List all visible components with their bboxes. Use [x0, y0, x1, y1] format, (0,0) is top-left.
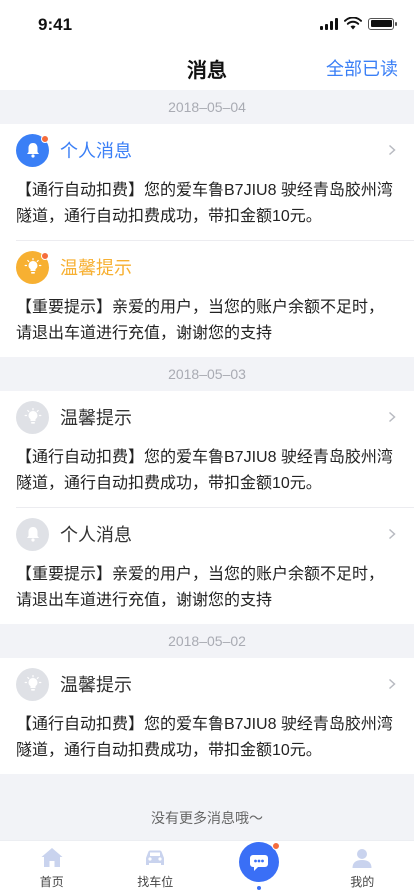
date-separator: 2018–05–04 [0, 90, 414, 124]
car-icon [146, 850, 165, 865]
battery-icon [368, 17, 397, 30]
message-icon [238, 842, 280, 882]
wifi-icon [344, 17, 362, 30]
unread-dot [41, 251, 49, 260]
message-item[interactable]: 温馨提示 【重要提示】亲爱的用户，当您的账户余额不足时，请退出车道进行充值，谢谢… [0, 241, 414, 357]
user-icon [352, 849, 372, 868]
message-body: 【通行自动扣费】您的爱车鲁B7JIU8 驶经青岛胶州湾隧道，通行自动扣费成功，带… [16, 449, 393, 492]
date-separator: 2018–05–03 [0, 357, 414, 391]
message-header[interactable]: 个人消息 [16, 508, 398, 560]
message-title: 温馨提示 [60, 408, 132, 428]
mark-all-read-button[interactable]: 全部已读 [326, 55, 398, 81]
active-indicator [256, 886, 261, 890]
nav-bar: 消息 全部已读 [0, 48, 414, 90]
bell-icon [16, 517, 49, 551]
message-header[interactable]: 个人消息 [16, 124, 398, 176]
bell-icon [16, 133, 49, 167]
tab-find-parking[interactable]: 找车位 [104, 841, 208, 896]
bulb-icon [16, 667, 49, 701]
status-time: 9:41 [38, 15, 73, 34]
message-header[interactable]: 温馨提示 [16, 658, 398, 710]
tab-label: 我的 [350, 875, 375, 889]
message-title: 个人消息 [60, 141, 132, 161]
status-bar: 9:41 [0, 0, 414, 48]
message-title: 温馨提示 [60, 258, 132, 278]
unread-dot [41, 134, 49, 143]
message-body: 【通行自动扣费】您的爱车鲁B7JIU8 驶经青岛胶州湾隧道，通行自动扣费成功，带… [16, 716, 393, 759]
unread-dot [271, 842, 280, 850]
message-title: 温馨提示 [60, 675, 132, 695]
message-header[interactable]: 温馨提示 [16, 391, 398, 443]
message-title: 个人消息 [60, 525, 132, 545]
message-body: 【重要提示】亲爱的用户，当您的账户余额不足时，请退出车道进行充值，谢谢您的支持 [16, 566, 385, 609]
tab-messages[interactable] [207, 841, 311, 896]
message-list: 2018–05–04 个人消息 【通行自动扣费】您的爱车鲁B7JIU8 驶经青岛… [0, 90, 414, 774]
status-icons [320, 17, 397, 30]
message-item[interactable]: 温馨提示 【通行自动扣费】您的爱车鲁B7JIU8 驶经青岛胶州湾隧道，通行自动扣… [0, 658, 414, 774]
tab-bar: 首页 找车位 我的 [0, 840, 414, 896]
no-more-messages: 没有更多消息哦～ [151, 810, 263, 826]
home-icon [41, 848, 63, 867]
message-item[interactable]: 个人消息 【通行自动扣费】您的爱车鲁B7JIU8 驶经青岛胶州湾隧道，通行自动扣… [0, 124, 414, 240]
chevron-right-icon [388, 144, 396, 156]
message-body: 【重要提示】亲爱的用户，当您的账户余额不足时，请退出车道进行充值，谢谢您的支持 [16, 299, 385, 342]
date-separator: 2018–05–02 [0, 624, 414, 658]
tab-label: 找车位 [137, 875, 174, 889]
message-item[interactable]: 温馨提示 【通行自动扣费】您的爱车鲁B7JIU8 驶经青岛胶州湾隧道，通行自动扣… [0, 391, 414, 507]
chevron-right-icon [388, 528, 396, 540]
tab-home[interactable]: 首页 [0, 841, 104, 896]
message-header[interactable]: 温馨提示 [16, 241, 398, 293]
bulb-icon [16, 400, 49, 434]
tab-label: 首页 [39, 875, 64, 889]
message-item[interactable]: 个人消息 【重要提示】亲爱的用户，当您的账户余额不足时，请退出车道进行充值，谢谢… [0, 508, 414, 624]
message-group: 温馨提示 【通行自动扣费】您的爱车鲁B7JIU8 驶经青岛胶州湾隧道，通行自动扣… [0, 391, 414, 624]
bulb-icon [16, 250, 49, 284]
signal-icon [320, 17, 338, 30]
chevron-right-icon [388, 678, 396, 690]
message-group: 个人消息 【通行自动扣费】您的爱车鲁B7JIU8 驶经青岛胶州湾隧道，通行自动扣… [0, 124, 414, 357]
chevron-right-icon [388, 411, 396, 423]
message-group: 温馨提示 【通行自动扣费】您的爱车鲁B7JIU8 驶经青岛胶州湾隧道，通行自动扣… [0, 658, 414, 774]
message-body: 【通行自动扣费】您的爱车鲁B7JIU8 驶经青岛胶州湾隧道，通行自动扣费成功，带… [16, 182, 393, 225]
tab-mine[interactable]: 我的 [311, 841, 414, 896]
